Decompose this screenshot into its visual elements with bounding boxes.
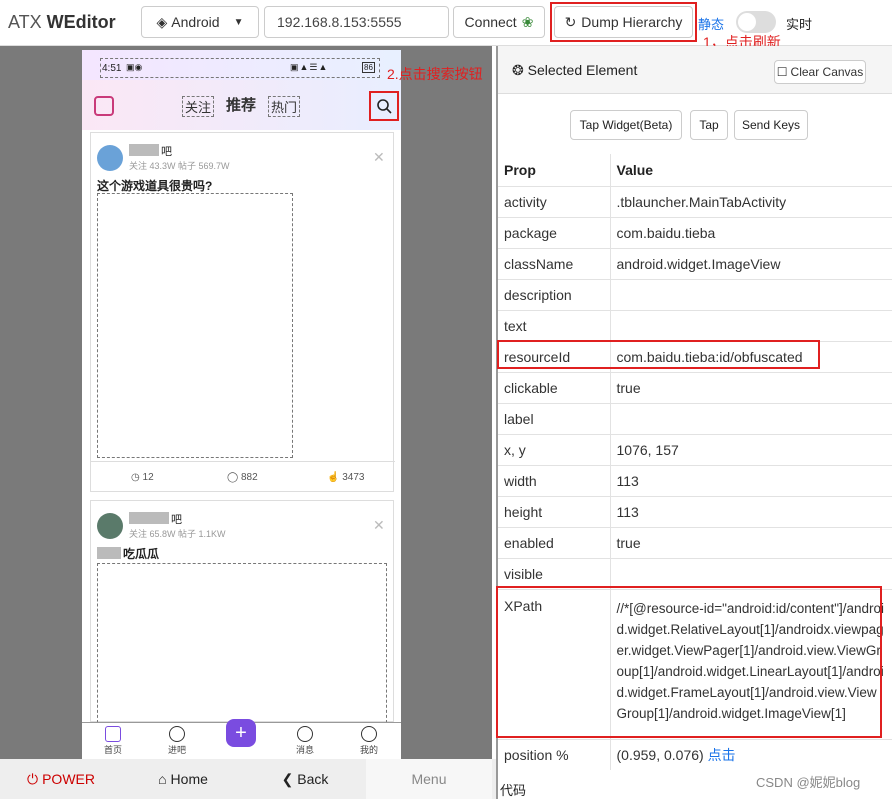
table-row: className android.widget.ImageView xyxy=(498,247,892,279)
table-row: text xyxy=(498,309,892,341)
watermark: CSDN @妮妮blog xyxy=(756,775,861,790)
table-row: x, y 1076, 157 xyxy=(498,433,892,465)
android-icon: ◈ xyxy=(156,13,168,30)
bottom-nav: 首页 进吧 + 消息 我的 xyxy=(82,719,401,759)
table-row: label xyxy=(498,402,892,434)
compass-icon xyxy=(169,726,185,742)
tab-hot[interactable]: 热门 xyxy=(268,96,301,117)
mode-static-label: 静态 xyxy=(698,17,725,32)
table-row: height 113 xyxy=(498,495,892,527)
platform-select[interactable]: ◈ Android ▼ xyxy=(141,6,259,38)
tap-button[interactable]: Tap xyxy=(690,110,728,140)
forum-name-blur xyxy=(129,144,159,156)
table-row: position % (0.959, 0.076) 点击 xyxy=(498,738,892,770)
selected-element-title: ❂ Selected Element xyxy=(512,62,638,78)
forum-menu-icon[interactable] xyxy=(94,96,114,116)
table-row: package com.baidu.tieba xyxy=(498,216,892,248)
clear-canvas-button[interactable]: ☐ Clear Canvas xyxy=(774,60,866,84)
search-button[interactable] xyxy=(369,91,399,121)
post-title: 吃瓜瓜 xyxy=(123,547,160,561)
battery-icon: 86 xyxy=(362,62,375,73)
realtime-toggle[interactable] xyxy=(736,11,776,33)
forum-name-blur xyxy=(129,512,169,524)
home-button[interactable]: ⌂ Home xyxy=(122,759,244,799)
nav-home[interactable]: 首页 xyxy=(93,725,133,756)
table-row: enabled true xyxy=(498,526,892,558)
table-row: clickable true xyxy=(498,371,892,403)
nav-forums[interactable]: 进吧 xyxy=(157,725,197,756)
table-row: visible xyxy=(498,557,892,589)
target-icon: ❂ xyxy=(512,62,524,78)
menu-button[interactable]: Menu xyxy=(366,759,492,799)
power-icon: ⏻ xyxy=(27,770,39,787)
platform-label: Android xyxy=(171,14,220,30)
home-icon: ⌂ xyxy=(158,771,167,787)
device-screen[interactable]: 4:51 ▣◉ ▣▲☰▲ 86 关注 推荐 热门 吧 关注 43.3W 帖子 5… xyxy=(82,50,401,759)
back-icon: ❮ xyxy=(281,770,294,787)
home-icon xyxy=(105,726,121,742)
comment-button[interactable]: ◯ 882 xyxy=(227,472,258,483)
mode-realtime-label: 实时 xyxy=(786,17,813,32)
forum-name: 吧 xyxy=(161,146,172,158)
forum-stats: 关注 65.8W 帖子 1.1KW xyxy=(129,529,226,539)
device-address-input[interactable]: 192.168.8.153:5555 xyxy=(264,6,449,38)
click-position-link[interactable]: 点击 xyxy=(708,747,736,763)
prop-header: Prop xyxy=(498,154,611,186)
avatar xyxy=(97,145,123,171)
value-header: Value xyxy=(616,161,654,178)
status-icons-left: ▣◉ xyxy=(126,62,143,72)
post-actions: ◷ 12 ◯ 882 ☝ 3473 xyxy=(91,461,395,493)
panel-header: ❂ Selected Element ☐ Clear Canvas xyxy=(498,46,892,94)
send-keys-button[interactable]: Send Keys xyxy=(734,110,808,140)
post-title: 这个游戏道具很贵吗? xyxy=(97,179,213,193)
highlight-xpath-box xyxy=(496,586,882,738)
code-label: 代码 xyxy=(500,783,527,798)
checkbox-icon: ☐ xyxy=(776,65,788,79)
table-row: width 113 xyxy=(498,464,892,496)
tab-recommend[interactable]: 推荐 xyxy=(224,94,258,115)
forum-name: 吧 xyxy=(171,514,182,526)
search-icon xyxy=(377,99,392,114)
like-button[interactable]: ☝ 3473 xyxy=(327,472,364,483)
close-icon[interactable]: ✕ xyxy=(373,517,385,534)
nav-add[interactable]: + xyxy=(221,719,261,747)
table-row: description xyxy=(498,278,892,310)
connect-label: Connect xyxy=(464,14,517,30)
message-icon xyxy=(297,726,313,742)
highlight-dump-box xyxy=(550,2,697,42)
annotation-step2: 2.点击搜索按钮 xyxy=(387,66,483,82)
close-icon[interactable]: ✕ xyxy=(373,149,385,166)
back-button[interactable]: ❮ Back xyxy=(244,759,366,799)
signal-wifi-icon: ▣▲☰▲ xyxy=(290,62,329,72)
forum-stats: 关注 43.3W 帖子 569.7W xyxy=(129,161,230,171)
post-image[interactable] xyxy=(97,193,293,458)
nav-profile[interactable]: 我的 xyxy=(349,725,389,756)
avatar xyxy=(97,513,123,539)
connect-button[interactable]: Connect ❀ xyxy=(453,6,545,38)
status-bar: 4:51 ▣◉ ▣▲☰▲ 86 xyxy=(82,50,401,80)
highlight-resourceid-box xyxy=(497,340,820,369)
post-image[interactable] xyxy=(97,563,387,723)
title-blur xyxy=(97,547,121,559)
leaf-icon: ❀ xyxy=(521,13,534,30)
tab-follow[interactable]: 关注 xyxy=(182,96,215,117)
position-value: (0.959, 0.076) xyxy=(616,746,704,763)
profile-icon xyxy=(361,726,377,742)
app-brand: ATX WEditor xyxy=(8,12,116,32)
chevron-down-icon: ▼ xyxy=(233,16,244,28)
share-button[interactable]: ◷ 12 xyxy=(131,472,154,483)
table-row: activity .tblauncher.MainTabActivity xyxy=(498,185,892,217)
app-header: 关注 推荐 热门 xyxy=(82,80,401,130)
feed-post[interactable]: 吧 关注 43.3W 帖子 569.7W ✕ 这个游戏道具很贵吗? ◷ 12 ◯… xyxy=(90,132,395,493)
power-button[interactable]: ⏻ POWER xyxy=(0,759,122,799)
nav-messages[interactable]: 消息 xyxy=(285,725,325,756)
tap-widget-button[interactable]: Tap Widget(Beta) xyxy=(570,110,682,140)
status-time: 4:51 xyxy=(102,63,122,74)
add-icon: + xyxy=(226,719,256,747)
feed-post[interactable]: 吧 关注 65.8W 帖子 1.1KW ✕ 吃瓜瓜 xyxy=(90,500,394,723)
